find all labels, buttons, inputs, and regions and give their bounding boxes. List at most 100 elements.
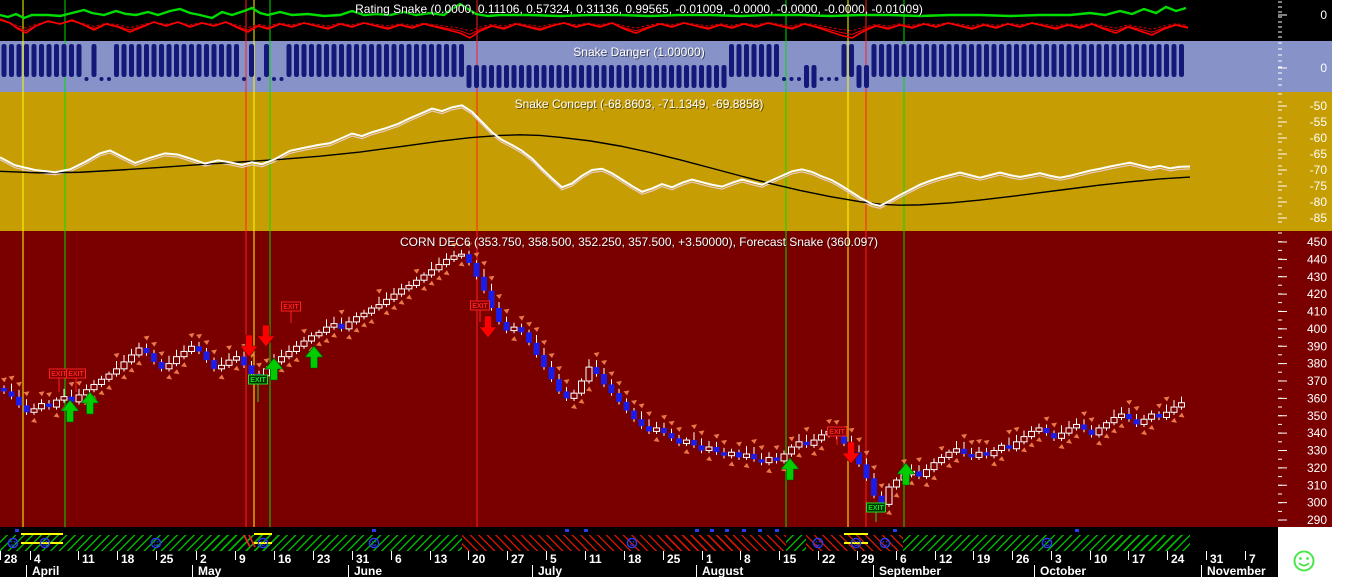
- trade-zone-hatch: [462, 535, 786, 551]
- date-label: 26: [1016, 552, 1030, 566]
- month-label: April: [32, 564, 60, 577]
- date-label: 24: [1171, 552, 1185, 566]
- axis-label: -60: [1310, 131, 1328, 145]
- date-label: 10: [1094, 552, 1108, 566]
- month-tick: [696, 565, 697, 577]
- axis-label: 400: [1307, 322, 1327, 336]
- axis-label: 360: [1307, 391, 1327, 405]
- axis-label: -70: [1310, 163, 1328, 177]
- axis-label: -85: [1310, 211, 1328, 225]
- forecast-dot: [584, 529, 588, 532]
- date-label: 11: [82, 552, 95, 566]
- blue-smiley-marker: [368, 536, 380, 554]
- forecast-dot: [710, 529, 714, 532]
- forecast-dot: [775, 529, 779, 532]
- week-tick: [818, 551, 819, 560]
- axis-label: -50: [1310, 99, 1328, 113]
- svg-text:EXIT: EXIT: [868, 505, 884, 512]
- week-tick: [78, 551, 79, 560]
- date-label: 6: [395, 552, 402, 566]
- week-tick: [1245, 551, 1246, 560]
- trade-zone-hatch: [0, 535, 462, 551]
- week-tick: [857, 551, 858, 560]
- axis-label: 370: [1307, 374, 1327, 388]
- month-label: July: [538, 564, 563, 577]
- forecast-dot: [15, 529, 19, 532]
- date-label: 11: [589, 552, 602, 566]
- svg-text:EXIT: EXIT: [68, 371, 84, 378]
- week-tick: [973, 551, 974, 560]
- date-label: 17: [1132, 552, 1146, 566]
- date-label: 20: [472, 552, 486, 566]
- week-tick: [779, 551, 780, 560]
- axis-label: 350: [1307, 409, 1327, 423]
- axis-label: 390: [1307, 339, 1327, 353]
- svg-text:EXIT: EXIT: [829, 429, 845, 436]
- week-tick: [313, 551, 314, 560]
- month-tick: [348, 565, 349, 577]
- week-tick: [663, 551, 664, 560]
- forecast-dot: [758, 529, 762, 532]
- month-tick: [192, 565, 193, 577]
- axis-label: 340: [1307, 426, 1327, 440]
- axis-label: 310: [1307, 478, 1327, 492]
- axis-label: 0: [1320, 8, 1327, 22]
- month-tick: [873, 565, 874, 577]
- date-label: 18: [628, 552, 642, 566]
- week-tick: [430, 551, 431, 560]
- week-tick: [740, 551, 741, 560]
- week-tick: [585, 551, 586, 560]
- snake-danger-panel[interactable]: 0: [0, 41, 1332, 92]
- axis-label: -65: [1310, 147, 1328, 161]
- svg-text:EXIT: EXIT: [472, 303, 488, 310]
- month-tick: [26, 565, 27, 577]
- month-label: November: [1207, 564, 1266, 577]
- axis-label: 420: [1307, 287, 1327, 301]
- blue-smiley-marker: [257, 536, 269, 554]
- axis-label: -75: [1310, 179, 1328, 193]
- date-label: 29: [861, 552, 875, 566]
- axis-label: 430: [1307, 270, 1327, 284]
- snake-concept-panel[interactable]: -50 -55 -60 -65 -70 -75 -80 -85: [0, 92, 1332, 231]
- week-tick: [1128, 551, 1129, 560]
- week-tick: [1206, 551, 1207, 560]
- axis-label: 440: [1307, 252, 1327, 266]
- date-label: 19: [977, 552, 991, 566]
- axis-label: 450: [1307, 235, 1327, 249]
- week-tick: [235, 551, 236, 560]
- week-tick: [156, 551, 157, 560]
- date-label: 18: [121, 552, 135, 566]
- axis-label: 290: [1307, 513, 1327, 527]
- week-tick: [507, 551, 508, 560]
- week-tick: [196, 551, 197, 560]
- week-tick: [624, 551, 625, 560]
- axis-label: 320: [1307, 461, 1327, 475]
- forecast-dot: [725, 529, 729, 532]
- axis-label: -80: [1310, 195, 1328, 209]
- date-label: 9: [239, 552, 246, 566]
- forecast-dot: [742, 529, 746, 532]
- month-label: October: [1040, 564, 1087, 577]
- month-label: August: [702, 564, 744, 577]
- svg-text:EXIT: EXIT: [283, 304, 299, 311]
- axis-label: -55: [1310, 115, 1328, 129]
- week-tick: [274, 551, 275, 560]
- week-tick: [935, 551, 936, 560]
- trade-zone-hatch: [786, 535, 806, 551]
- price-chart-panel[interactable]: EXIT EXITEXITEXIT EXITEXITEXIT450440430420…: [0, 231, 1332, 527]
- week-tick: [0, 551, 1, 560]
- date-label: 8: [744, 552, 751, 566]
- week-tick: [30, 551, 31, 560]
- forecast-dot: [565, 529, 569, 532]
- time-axis[interactable]: 28 4 11 18 25 2 9 16 23 31 6 13 20 27 5 11 18 25 1 8 15 22 29 6…: [0, 527, 1278, 577]
- axis-label: 0: [1320, 61, 1327, 75]
- week-tick: [117, 551, 118, 560]
- month-tick: [532, 565, 533, 577]
- date-label: 15: [783, 552, 797, 566]
- rating-snake-panel[interactable]: 0: [0, 0, 1332, 41]
- week-tick: [352, 551, 353, 560]
- date-label: 13: [434, 552, 448, 566]
- month-label: June: [354, 564, 383, 577]
- date-label: 27: [511, 552, 525, 566]
- forecast-dot: [893, 529, 897, 532]
